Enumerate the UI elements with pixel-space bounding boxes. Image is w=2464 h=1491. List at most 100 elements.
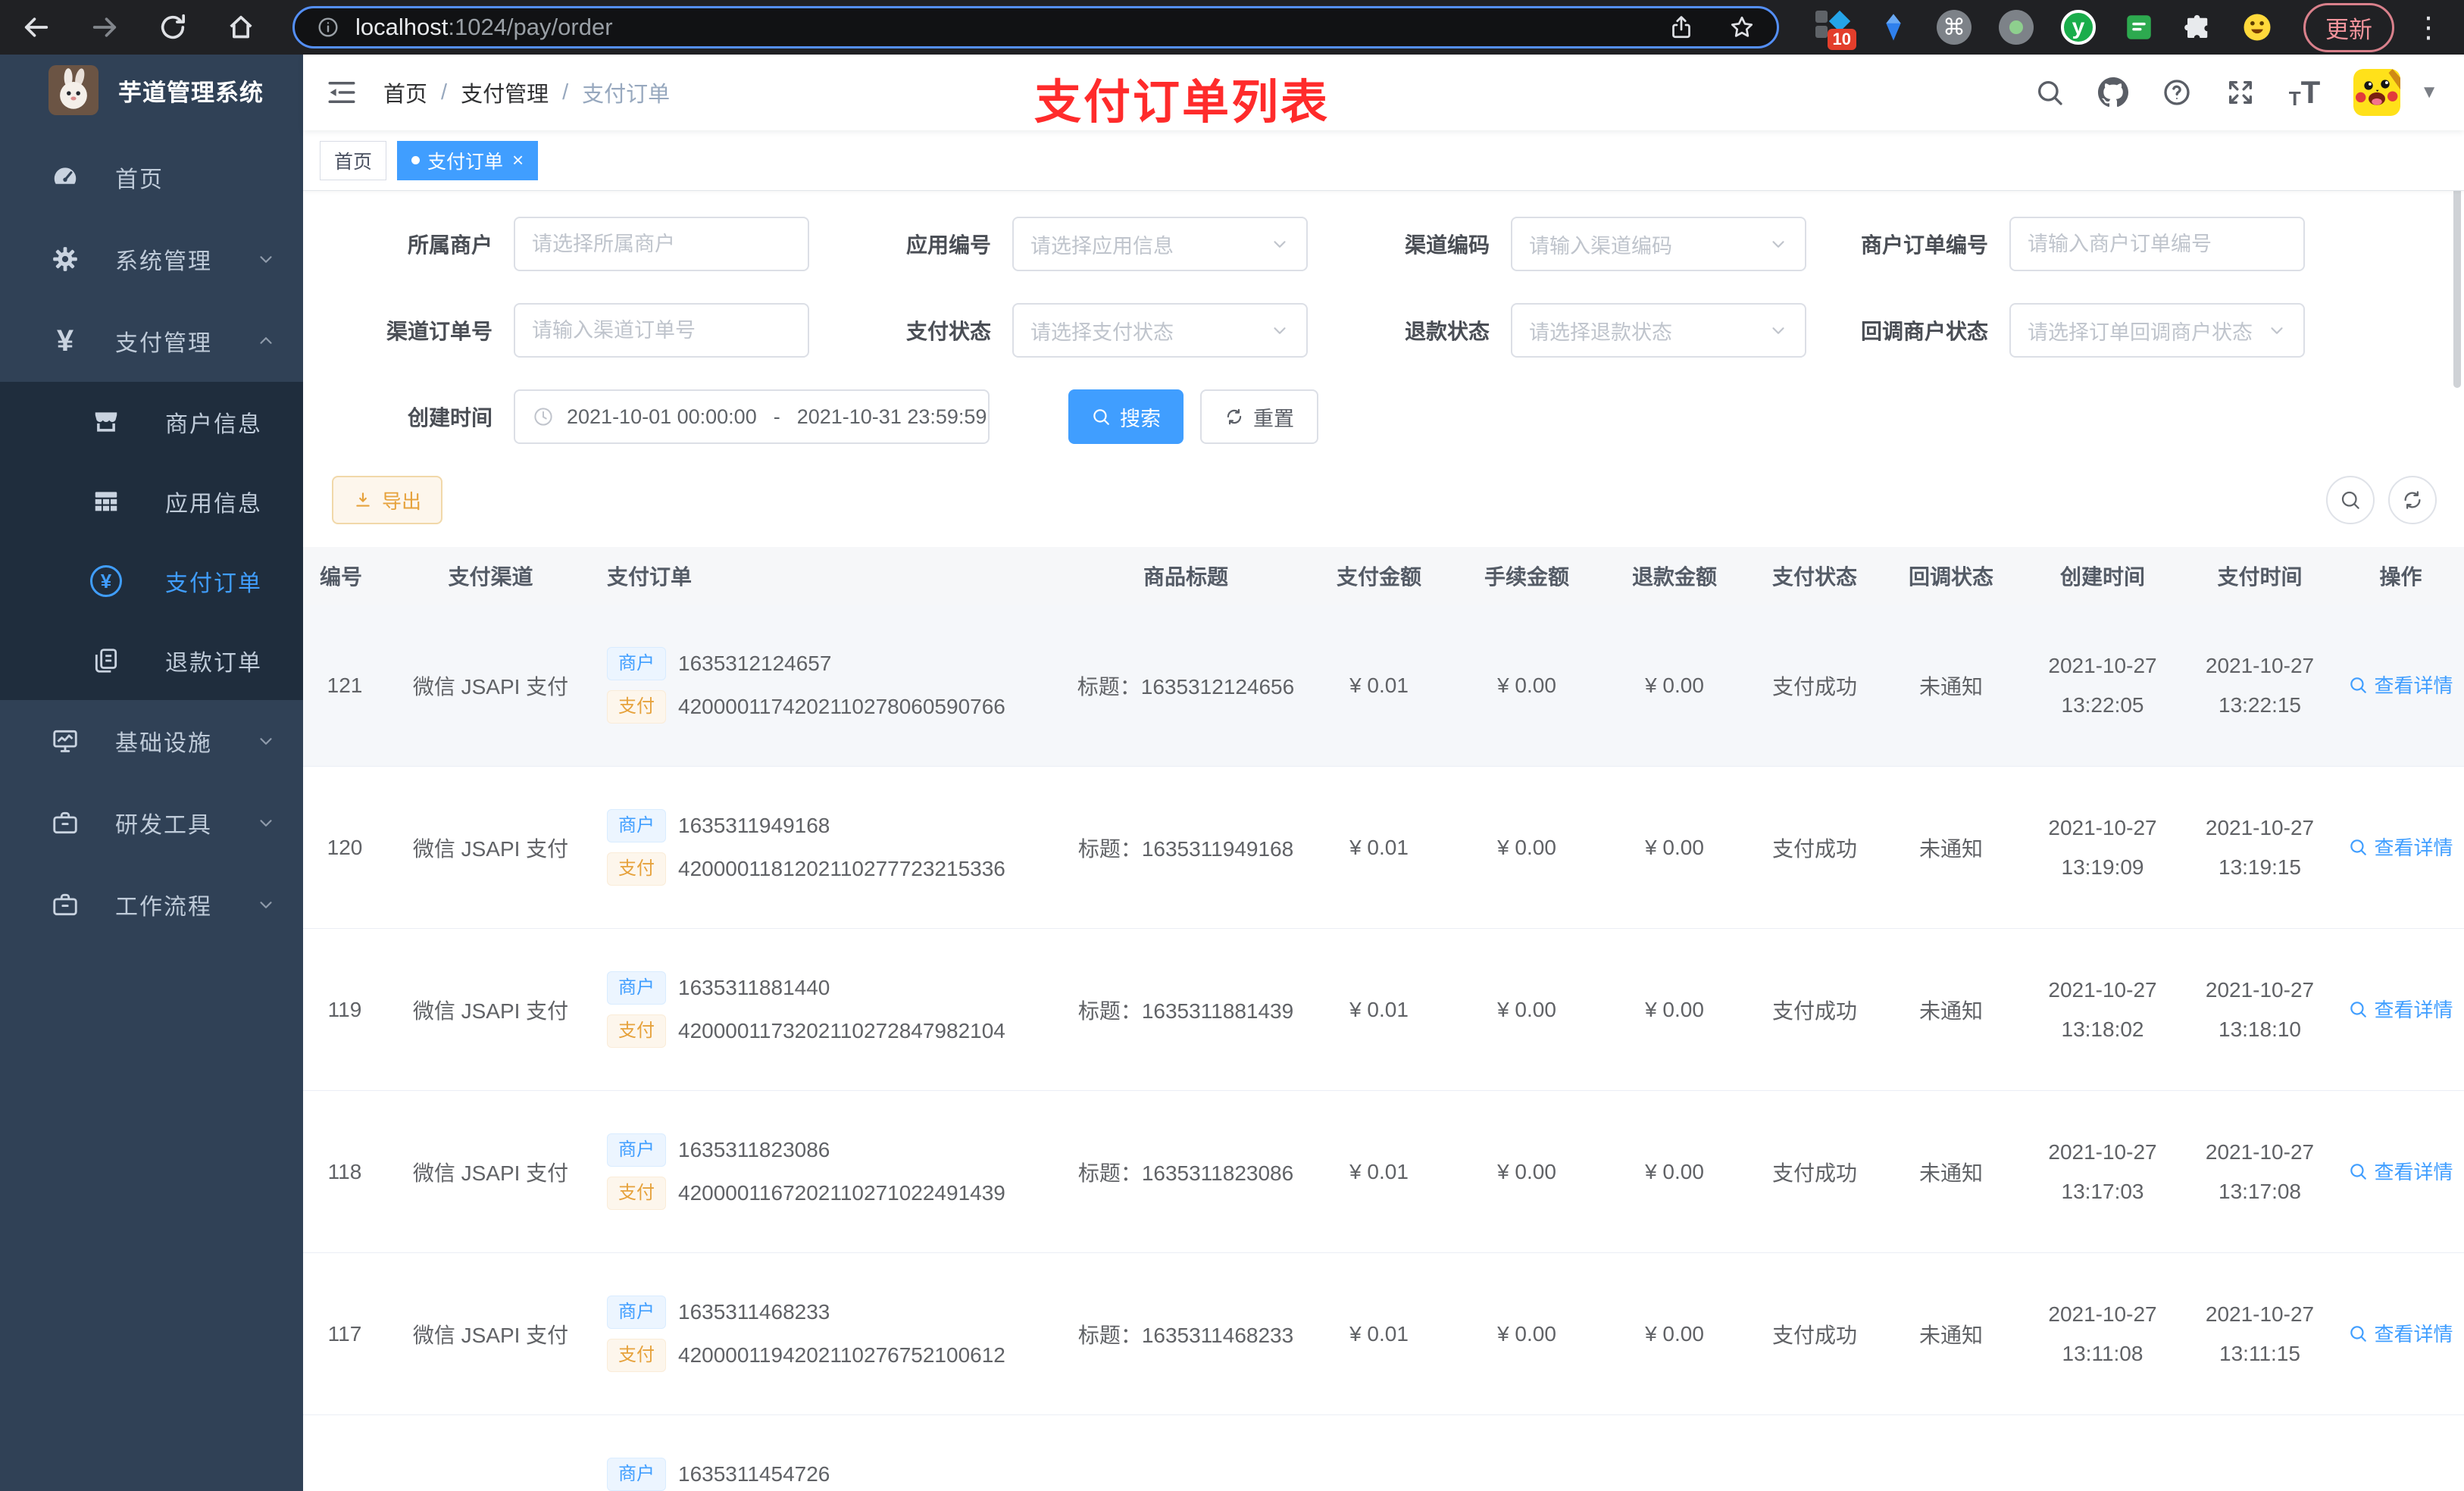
app-no-select[interactable]: 请选择应用信息 [1012, 217, 1308, 271]
emoji-profile-icon[interactable] [2241, 11, 2273, 43]
view-detail-link[interactable]: 查看详情 [2348, 670, 2453, 699]
forward-icon[interactable] [89, 12, 120, 42]
create-time-range-picker[interactable]: 2021-10-01 00:00:00 - 2021-10-31 23:59:5… [514, 389, 990, 444]
pay-order-no: 4200001194202110276752100612 [678, 1343, 1005, 1367]
sidebar-item-pay-order[interactable]: ¥ 支付订单 [0, 541, 303, 620]
table-toolbar: 导出 [332, 476, 2437, 524]
chevron-up-icon [256, 331, 276, 351]
extension-pinned-icon[interactable]: 10 [1814, 9, 1856, 50]
font-size-icon[interactable]: TT [2289, 74, 2321, 111]
cell-refund-amount: ¥ 0.00 [1645, 835, 1704, 859]
browser-menu-icon[interactable]: ⋮ [2414, 11, 2443, 45]
cell-pay-status: 支付成功 [1771, 836, 1857, 861]
merchant-order-tag: 商户 [607, 1296, 666, 1329]
command-extension-icon[interactable]: ⌘ [1937, 10, 1972, 45]
cell-pay-channel: 微信 JSAPI 支付 [412, 836, 569, 861]
help-icon[interactable] [2162, 77, 2192, 108]
view-detail-link[interactable]: 查看详情 [2348, 1319, 2453, 1347]
shop-icon [89, 408, 123, 436]
close-tag-icon[interactable]: × [512, 148, 524, 172]
site-info-icon[interactable] [316, 15, 340, 39]
sidebar-item-label: 退款订单 [165, 650, 262, 676]
cell-notify-status: 未通知 [1918, 836, 1983, 861]
back-icon[interactable] [21, 12, 52, 42]
sidebar-item-payment[interactable]: ¥ 支付管理 [0, 300, 303, 382]
cell-pay-order: 商户 1635311823086 支付 42000011672021102710224… [602, 1124, 1068, 1220]
sidebar-item-dev-tools[interactable]: 研发工具 [0, 782, 303, 864]
search-icon[interactable] [2034, 77, 2065, 108]
pay-order-tag: 支付 [607, 690, 666, 724]
chrome-update-button[interactable]: 更新 [2303, 2, 2394, 52]
sidebar-menu: 首页 系统管理 ¥ 支付管理 商户信息 应用信息 ¥ 支付订单退款订单基础设施 研发工具 工作流程 [0, 136, 303, 946]
chevron-down-icon [1270, 234, 1290, 254]
sidebar-item-home[interactable]: 首页 [0, 136, 303, 218]
hamburger-icon[interactable] [326, 77, 358, 108]
merchant-input[interactable] [532, 232, 791, 256]
page-content: 所属商户应用编号请选择应用信息渠道编码请输入渠道编码商户订单编号渠道订单号支付状… [303, 191, 2464, 1491]
fullscreen-icon[interactable] [2225, 77, 2256, 108]
table-row: 121 微信 JSAPI 支付 商户 1635312124657 支付 420000117… [303, 605, 2464, 767]
cell-create-time: 2021-10-27 13:19:09 [2048, 815, 2157, 879]
reset-button[interactable]: 重置 [1200, 389, 1318, 444]
cell-pay-order: 商户 1635311881440 支付 42000011732021102728479… [602, 961, 1068, 1058]
table-search-toggle-icon[interactable] [2326, 476, 2375, 524]
sidebar-item-refund-order[interactable]: 退款订单 [0, 620, 303, 700]
view-detail-link[interactable]: 查看详情 [2348, 833, 2453, 861]
reload-icon[interactable] [158, 12, 188, 42]
bookmark-star-icon[interactable] [1728, 14, 1756, 41]
share-icon[interactable] [1668, 14, 1695, 41]
tags-view-bar: 首页 支付订单 × [303, 130, 2464, 191]
column-header-8: 回调状态 [1908, 565, 1993, 589]
puzzle-extensions-icon[interactable] [2182, 11, 2214, 43]
cell-pay-time: 2021-10-27 13:19:15 [2205, 815, 2315, 879]
pay-order-tag: 支付 [607, 1339, 666, 1372]
table-row: 商户1635311454726支付 [303, 1415, 2464, 1491]
recorder-extension-icon[interactable] [1999, 10, 2034, 45]
view-detail-link[interactable]: 查看详情 [2348, 995, 2453, 1023]
breadcrumb-home[interactable]: 首页 [383, 77, 427, 108]
avatar-caret-icon[interactable]: ▼ [2420, 82, 2438, 103]
table-refresh-icon[interactable] [2388, 476, 2437, 524]
order-id: 121 [327, 673, 363, 697]
channel-code-select[interactable]: 请输入渠道编码 [1511, 217, 1806, 271]
sidebar-item-workflow[interactable]: 工作流程 [0, 864, 303, 946]
export-button[interactable]: 导出 [332, 476, 443, 524]
y-extension-icon[interactable]: y [2061, 10, 2096, 45]
tag-home[interactable]: 首页 [320, 140, 387, 180]
refund-status-select[interactable]: 请选择退款状态 [1511, 303, 1806, 358]
pay-status-select[interactable]: 请选择支付状态 [1012, 303, 1308, 358]
merchant-order-no-input[interactable] [2028, 232, 2287, 256]
download-icon [353, 490, 373, 510]
channel-order-no-input[interactable] [532, 318, 791, 342]
gem-extension-icon[interactable] [1878, 11, 1909, 43]
magnifier-icon [2348, 1161, 2368, 1181]
column-header-4: 支付金额 [1336, 565, 1421, 589]
view-detail-link[interactable]: 查看详情 [2348, 1157, 2453, 1185]
document-icon [89, 646, 123, 675]
breadcrumb-pay-manage[interactable]: 支付管理 [461, 77, 549, 108]
extensions-bar: 10 ⌘ y [1814, 9, 2273, 50]
url-bar[interactable]: localhost:1024/pay/order [292, 6, 1779, 48]
sidebar-item-system[interactable]: 系统管理 [0, 218, 303, 300]
chat-extension-icon[interactable] [2123, 11, 2155, 43]
chevron-down-icon [1768, 234, 1788, 254]
filter-field-channel-code: 渠道编码 请输入渠道编码 [1308, 217, 1806, 271]
home-icon[interactable] [226, 12, 256, 42]
sidebar-item-merchant-info[interactable]: 商户信息 [0, 382, 303, 461]
cell-pay-status: 支付成功 [1771, 674, 1857, 699]
cell-pay-channel: 微信 JSAPI 支付 [412, 674, 569, 699]
select-placeholder: 请选择应用信息 [1030, 234, 1174, 258]
cell-create-time: 2021-10-27 13:17:03 [2048, 1139, 2157, 1203]
select-placeholder: 请输入渠道编码 [1529, 234, 1672, 258]
app-logo-row[interactable]: 芋道管理系统 [0, 55, 303, 126]
callback-status-select[interactable]: 请选择订单回调商户状态 [2009, 303, 2305, 358]
sidebar-item-app-info[interactable]: 应用信息 [0, 461, 303, 541]
sidebar-item-infrastructure[interactable]: 基础设施 [0, 700, 303, 782]
avatar[interactable] [2353, 69, 2401, 116]
search-button[interactable]: 搜索 [1068, 389, 1184, 444]
cell-actions: 查看详情 [2337, 833, 2464, 862]
tag-pay-order[interactable]: 支付订单 × [397, 140, 539, 180]
github-icon[interactable] [2097, 77, 2128, 108]
table-row: 118 微信 JSAPI 支付 商户 1635311823086 支付 420000116… [303, 1091, 2464, 1253]
table-body: 121 微信 JSAPI 支付 商户 1635312124657 支付 420000117… [303, 605, 2464, 1491]
